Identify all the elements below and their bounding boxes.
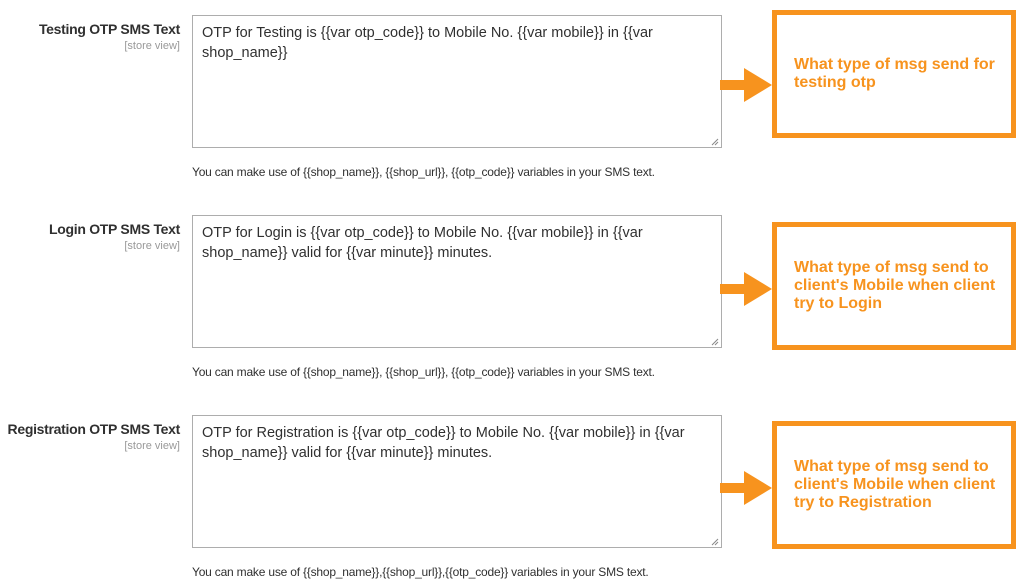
login-otp-label: Login OTP SMS Text bbox=[49, 221, 180, 237]
registration-otp-label-group: Registration OTP SMS Text [store view] bbox=[0, 421, 181, 452]
login-otp-scope: [store view] bbox=[124, 240, 180, 252]
testing-otp-textarea[interactable]: OTP for Testing is {{var otp_code}} to M… bbox=[192, 15, 722, 148]
login-otp-note: You can make use of {{shop_name}}, {{sho… bbox=[192, 365, 655, 379]
resize-grip-icon[interactable] bbox=[711, 538, 719, 546]
testing-otp-callout-text: What type of msg send for testing otp bbox=[794, 56, 995, 91]
registration-otp-textarea[interactable]: OTP for Registration is {{var otp_code}}… bbox=[192, 415, 722, 548]
registration-otp-note: You can make use of {{shop_name}},{{shop… bbox=[192, 565, 649, 579]
arrow-right-icon bbox=[720, 68, 772, 102]
arrow-right-icon bbox=[720, 471, 772, 505]
registration-otp-callout-text: What type of msg send to client's Mobile… bbox=[794, 458, 996, 511]
arrow-right-icon bbox=[720, 272, 772, 306]
resize-grip-icon[interactable] bbox=[711, 338, 719, 346]
resize-grip-icon[interactable] bbox=[711, 138, 719, 146]
testing-otp-callout: What type of msg send for testing otp bbox=[772, 10, 1016, 138]
login-otp-label-group: Login OTP SMS Text [store view] bbox=[0, 221, 180, 252]
registration-otp-callout: What type of msg send to client's Mobile… bbox=[772, 421, 1016, 549]
testing-otp-scope: [store view] bbox=[124, 40, 180, 52]
testing-otp-label-group: Testing OTP SMS Text [store view] bbox=[0, 21, 180, 52]
login-otp-textarea[interactable]: OTP for Login is {{var otp_code}} to Mob… bbox=[192, 215, 722, 348]
login-otp-callout-text: What type of msg send to client's Mobile… bbox=[794, 259, 996, 312]
registration-otp-scope: [store view] bbox=[124, 440, 180, 452]
login-otp-callout: What type of msg send to client's Mobile… bbox=[772, 222, 1016, 350]
registration-otp-label: Registration OTP SMS Text bbox=[7, 421, 181, 437]
testing-otp-label: Testing OTP SMS Text bbox=[38, 21, 180, 37]
testing-otp-note: You can make use of {{shop_name}}, {{sho… bbox=[192, 165, 655, 179]
